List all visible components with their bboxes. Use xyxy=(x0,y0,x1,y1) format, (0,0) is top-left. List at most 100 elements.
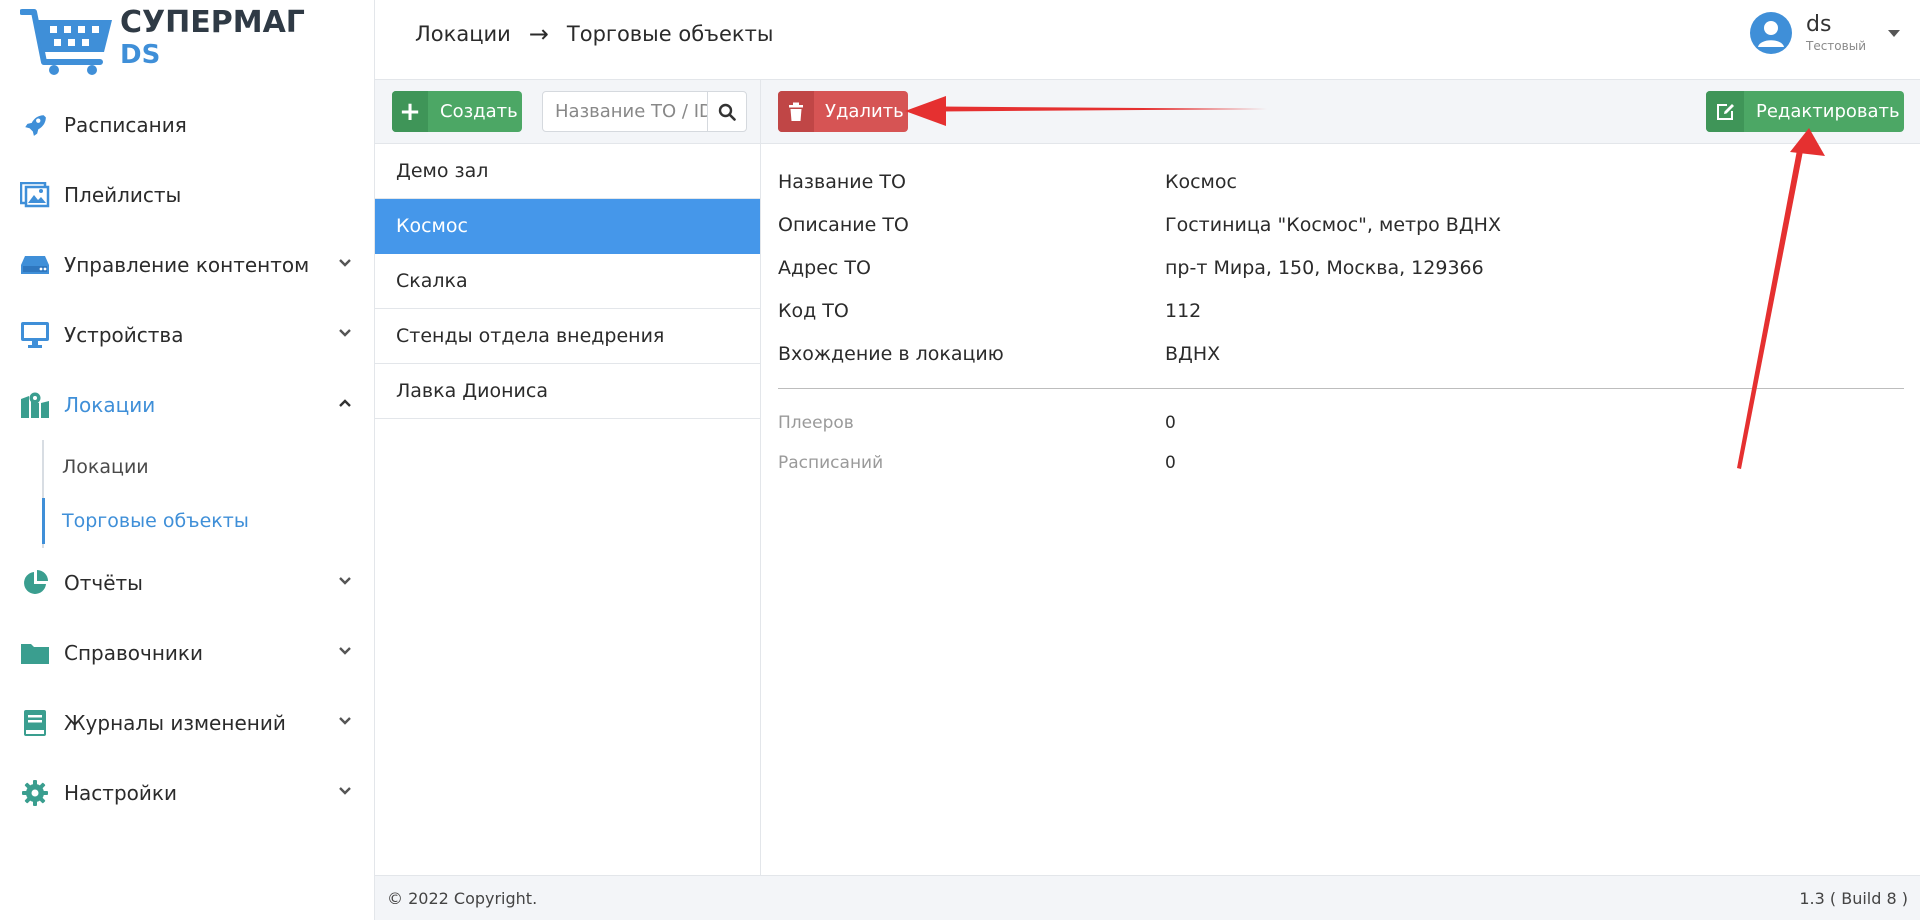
field-row: Описание ТО Гостиница "Космос", метро ВД… xyxy=(778,203,1904,246)
stat-label: Расписаний xyxy=(778,453,884,473)
brand-suffix: DS xyxy=(120,40,161,70)
monitor-icon xyxy=(20,320,50,350)
sidebar-item-references[interactable]: Справочники xyxy=(0,618,375,688)
sidebar-item-label: Плейлисты xyxy=(64,183,182,207)
sidebar-item-devices[interactable]: Устройства xyxy=(0,300,375,370)
detail-toolbar: Удалить Редактировать xyxy=(761,80,1920,144)
list-item[interactable]: Стенды отдела внедрения xyxy=(375,309,760,364)
trash-icon xyxy=(778,91,814,132)
breadcrumb-item-locations[interactable]: Локации xyxy=(415,22,511,46)
store-detail-panel: Удалить Редактировать Название ТО Космос… xyxy=(761,80,1920,875)
sidebar-item-label: Журналы изменений xyxy=(64,711,286,735)
list-item[interactable]: Демо зал xyxy=(375,144,760,199)
top-header: Локации → Торговые объекты ds Тестовый xyxy=(375,0,1920,80)
images-icon xyxy=(20,180,50,210)
avatar xyxy=(1750,12,1792,54)
sidebar-item-label: Локации xyxy=(64,393,156,417)
plus-icon: + xyxy=(392,91,428,132)
stat-row: Плееров 0 xyxy=(778,403,1904,443)
user-role: Тестовый xyxy=(1806,39,1866,53)
search-box xyxy=(542,91,747,132)
create-button[interactable]: + Создать xyxy=(392,91,522,132)
list-toolbar: + Создать xyxy=(375,80,760,144)
stat-value: 0 xyxy=(1165,453,1176,473)
chevron-down-icon xyxy=(339,259,351,267)
sidebar-item-locations[interactable]: Локации xyxy=(0,370,375,440)
chevron-down-icon xyxy=(339,647,351,655)
field-value: ВДНХ xyxy=(1165,342,1221,365)
brand-name: СУПЕРМАГ xyxy=(120,5,305,40)
field-row: Код ТО 112 xyxy=(778,289,1904,332)
logo[interactable]: СУПЕРМАГ DS xyxy=(20,6,305,76)
user-name: ds xyxy=(1806,12,1832,37)
footer: © 2022 Copyright. 1.3 ( Build 8 ) xyxy=(375,875,1920,920)
sidebar-item-label: Отчёты xyxy=(64,571,143,595)
sidebar-item-label: Устройства xyxy=(64,323,184,347)
sidebar-item-settings[interactable]: Настройки xyxy=(0,758,375,828)
field-value: 112 xyxy=(1165,299,1202,322)
field-value: Гостиница "Космос", метро ВДНХ xyxy=(1165,213,1501,236)
stores-list-panel: + Создать Демо зал Космос Скалка Стенды … xyxy=(375,80,761,875)
arrow-right-icon: → xyxy=(528,20,549,48)
chevron-down-icon xyxy=(339,787,351,795)
rocket-icon xyxy=(20,110,50,140)
field-row: Вхождение в локацию ВДНХ xyxy=(778,332,1904,375)
field-value: пр-т Мира, 150, Москва, 129366 xyxy=(1165,256,1484,279)
pie-chart-icon xyxy=(20,568,50,598)
submenu-item-locations[interactable]: Локации xyxy=(44,440,375,494)
stat-value: 0 xyxy=(1165,413,1176,433)
stat-label: Плееров xyxy=(778,413,854,433)
edit-button[interactable]: Редактировать xyxy=(1706,91,1904,132)
search-input[interactable] xyxy=(543,92,707,131)
folder-icon xyxy=(20,638,50,668)
store-fields: Название ТО Космос Описание ТО Гостиница… xyxy=(778,160,1904,483)
main-menu: Расписания Плейлисты Управление контенто… xyxy=(0,90,375,828)
user-menu[interactable]: ds Тестовый xyxy=(1750,12,1900,54)
sidebar-item-schedules[interactable]: Расписания xyxy=(0,90,375,160)
chevron-down-icon xyxy=(339,717,351,725)
map-icon xyxy=(20,390,50,420)
sidebar-item-label: Расписания xyxy=(64,113,187,137)
field-row: Адрес ТО пр-т Мира, 150, Москва, 129366 xyxy=(778,246,1904,289)
gear-icon xyxy=(20,778,50,808)
delete-button[interactable]: Удалить xyxy=(778,91,908,132)
sidebar: СУПЕРМАГ DS Расписания Плейлисты Управле… xyxy=(0,0,375,920)
stat-row: Расписаний 0 xyxy=(778,443,1904,483)
list-item-selected[interactable]: Космос xyxy=(375,199,760,254)
field-label: Код ТО xyxy=(778,299,849,322)
copyright-text: © 2022 Copyright. xyxy=(387,888,538,908)
breadcrumb-item-stores: Торговые объекты xyxy=(566,22,774,46)
caret-down-icon[interactable] xyxy=(1888,29,1900,37)
breadcrumb: Локации → Торговые объекты xyxy=(415,20,773,48)
sidebar-item-reports[interactable]: Отчёты xyxy=(0,548,375,618)
submenu-item-stores[interactable]: Торговые объекты xyxy=(42,494,375,548)
sidebar-item-label: Справочники xyxy=(64,641,203,665)
list-item[interactable]: Скалка xyxy=(375,254,760,309)
locations-submenu: Локации Торговые объекты xyxy=(42,440,375,548)
hdd-icon xyxy=(20,250,50,280)
search-button[interactable] xyxy=(707,92,746,131)
field-label: Название ТО xyxy=(778,170,906,193)
cart-logo-icon xyxy=(20,9,112,75)
edit-button-label: Редактировать xyxy=(1756,101,1900,122)
chevron-up-icon xyxy=(339,399,351,407)
divider xyxy=(778,388,1904,389)
search-icon xyxy=(718,103,736,121)
book-icon xyxy=(20,708,50,738)
sidebar-item-playlists[interactable]: Плейлисты xyxy=(0,160,375,230)
version-text: 1.3 ( Build 8 ) xyxy=(1799,888,1908,908)
field-label: Вхождение в локацию xyxy=(778,342,1004,365)
field-label: Адрес ТО xyxy=(778,256,871,279)
chevron-down-icon xyxy=(339,329,351,337)
create-button-label: Создать xyxy=(440,101,518,122)
user-icon xyxy=(1758,21,1784,47)
field-label: Описание ТО xyxy=(778,213,909,236)
list-item[interactable]: Лавка Диониса xyxy=(375,364,760,419)
sidebar-item-label: Настройки xyxy=(64,781,177,805)
field-row: Название ТО Космос xyxy=(778,160,1904,203)
field-value: Космос xyxy=(1165,170,1237,193)
chevron-down-icon xyxy=(339,577,351,585)
sidebar-item-changelogs[interactable]: Журналы изменений xyxy=(0,688,375,758)
sidebar-item-content[interactable]: Управление контентом xyxy=(0,230,375,300)
brand-text: СУПЕРМАГ DS xyxy=(120,5,305,70)
